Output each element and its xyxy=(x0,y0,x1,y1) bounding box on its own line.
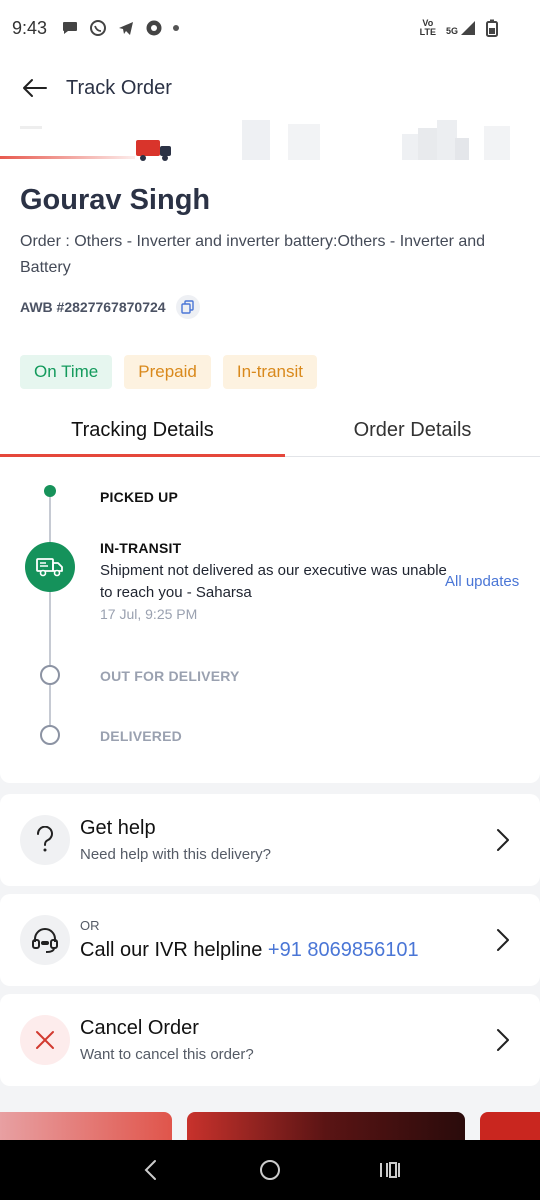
ivr-helpline-card[interactable]: OR Call our IVR helpline +91 8069856101 xyxy=(0,894,540,986)
promo-card-1[interactable] xyxy=(0,1112,172,1140)
cancel-order-title: Cancel Order xyxy=(80,1017,199,1039)
copy-awb-button[interactable] xyxy=(175,295,200,319)
delivered-dot xyxy=(40,725,60,745)
tab-tracking-details[interactable]: Tracking Details xyxy=(0,404,285,457)
copy-icon xyxy=(181,300,194,314)
ivr-phone-link[interactable]: +91 8069856101 xyxy=(268,939,419,961)
awb-row: AWB #2827767870724 xyxy=(20,295,520,319)
headset-icon xyxy=(32,928,58,953)
step-in-transit-label: IN-TRANSIT xyxy=(100,540,182,556)
promo-carousel[interactable] xyxy=(0,1098,540,1140)
ivr-or-label: OR xyxy=(80,918,100,933)
telegram-icon xyxy=(119,22,134,35)
close-icon xyxy=(36,1031,54,1049)
fiveg-label: 5G xyxy=(445,26,458,36)
tracking-timeline: PICKED UP IN-TRANSIT Shipment not delive… xyxy=(0,457,540,783)
truck-icon xyxy=(36,558,63,577)
details-tabs: Tracking Details Order Details xyxy=(0,404,540,457)
chevron-right-icon xyxy=(488,1025,518,1055)
tab-order-details[interactable]: Order Details xyxy=(285,404,540,456)
nav-back-icon xyxy=(144,1160,156,1180)
status-bar: 9:43 Vo LTE 5G xyxy=(0,0,540,56)
question-mark-icon xyxy=(36,826,53,852)
system-icons: Vo LTE 5G xyxy=(420,19,498,37)
chevron-right-icon xyxy=(488,925,518,955)
get-help-title: Get help xyxy=(80,817,156,839)
battery-icon xyxy=(486,19,498,37)
truck-graphic xyxy=(136,140,171,161)
out-for-delivery-dot xyxy=(40,665,60,685)
all-updates-link[interactable]: All updates xyxy=(445,573,519,590)
promo-card-2[interactable] xyxy=(187,1112,465,1140)
cancel-order-card[interactable]: Cancel Order Want to cancel this order? xyxy=(0,994,540,1086)
app-icon xyxy=(146,20,162,36)
signal-group: 5G xyxy=(446,20,476,36)
nav-home-button[interactable] xyxy=(250,1150,290,1190)
signal-icon xyxy=(461,21,475,35)
message-icon xyxy=(63,22,78,34)
order-summary: Gourav Singh Order : Others - Inverter a… xyxy=(0,164,540,404)
step-out-for-delivery-label: OUT FOR DELIVERY xyxy=(100,668,240,684)
awb-number: AWB #2827767870724 xyxy=(20,299,166,315)
volte-bottom: LTE xyxy=(419,27,436,37)
promo-card-3[interactable] xyxy=(480,1112,540,1140)
on-time-badge: On Time xyxy=(20,355,113,389)
nav-home-icon xyxy=(260,1160,280,1180)
ivr-title: Call our IVR helpline xyxy=(80,939,263,961)
nav-recents-icon xyxy=(380,1162,400,1178)
status-time: 9:43 xyxy=(12,17,48,38)
chevron-right-icon xyxy=(488,825,518,855)
delivery-banner xyxy=(0,120,540,164)
headset-icon-wrap xyxy=(20,915,70,965)
in-transit-message: Shipment not delivered as our executive … xyxy=(100,562,447,601)
in-transit-time: 17 Jul, 9:25 PM xyxy=(100,606,198,622)
help-icon-wrap xyxy=(20,815,70,865)
get-help-card[interactable]: Get help Need help with this delivery? xyxy=(0,794,540,886)
get-help-subtitle: Need help with this delivery? xyxy=(80,846,271,863)
prepaid-badge: Prepaid xyxy=(124,355,211,389)
ivr-text: OR Call our IVR helpline +91 8069856101 xyxy=(80,918,488,962)
step-delivered-label: DELIVERED xyxy=(100,728,182,744)
ivr-title-row: Call our IVR helpline +91 8069856101 xyxy=(80,939,488,962)
nav-recents-button[interactable] xyxy=(370,1150,410,1190)
in-transit-badge: In-transit xyxy=(222,355,317,389)
system-navigation-bar xyxy=(0,1140,540,1200)
back-arrow-icon xyxy=(23,79,47,97)
volte-indicator: Vo LTE xyxy=(420,19,436,37)
cancel-order-text: Cancel Order Want to cancel this order? xyxy=(80,1017,488,1063)
status-chips: On Time Prepaid In-transit xyxy=(20,355,520,389)
cancel-icon-wrap xyxy=(20,1015,70,1065)
notification-icons xyxy=(61,19,180,37)
page-title: Track Order xyxy=(66,76,172,99)
in-transit-marker xyxy=(25,542,75,592)
order-description: Order : Others - Inverter and inverter b… xyxy=(20,233,486,276)
get-help-text: Get help Need help with this delivery? xyxy=(80,817,488,863)
cancel-order-subtitle: Want to cancel this order? xyxy=(80,1046,254,1063)
picked-up-dot xyxy=(44,485,56,497)
app-header: Track Order xyxy=(0,56,540,120)
truck-city-illustration xyxy=(0,120,510,161)
customer-name: Gourav Singh xyxy=(20,184,211,216)
whatsapp-icon xyxy=(90,20,107,36)
step-picked-up-label: PICKED UP xyxy=(100,489,179,505)
timeline-line xyxy=(49,491,51,736)
nav-back-button[interactable] xyxy=(130,1150,170,1190)
more-notifications-dot-icon xyxy=(173,25,180,31)
back-button[interactable] xyxy=(20,74,48,102)
